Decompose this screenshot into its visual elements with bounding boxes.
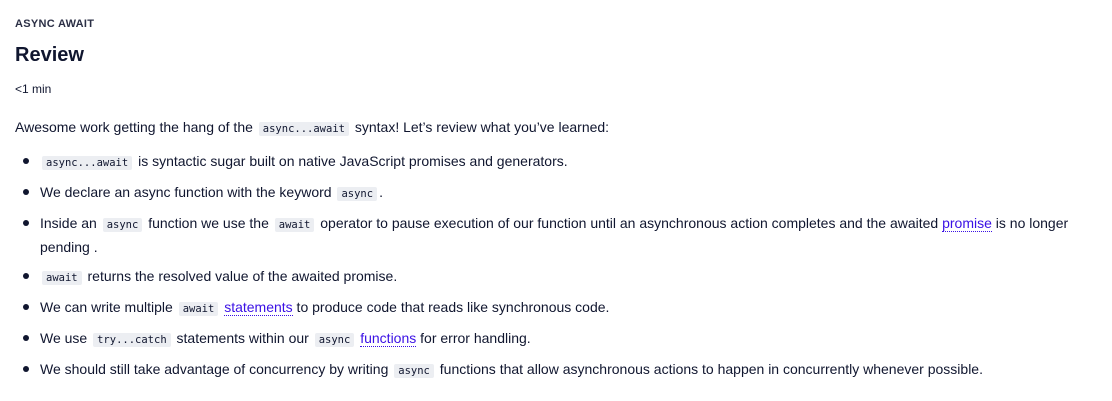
review-list: async...await is syntactic sugar built o… [15,150,1080,389]
page-title: Review [15,44,84,66]
bullet-icon [23,335,29,341]
bullet-icon [23,189,29,195]
inline-code: async [394,364,434,378]
list-item: Inside an async function we use the awai… [15,212,1080,258]
item-text: for error handling. [416,330,531,346]
inline-code: async...await [42,156,133,170]
item-text: We use [40,330,92,346]
item-text: Inside an [40,215,101,231]
bullet-icon [23,273,29,279]
intro-paragraph: Awesome work getting the hang of the asy… [15,118,609,138]
list-item: We declare an async function with the ke… [15,181,1080,205]
item-text: We can write multiple [40,299,177,315]
list-item: We should still take advantage of concur… [15,358,1080,382]
reading-time: <1 min [15,82,52,96]
list-item: We can write multiple await statements t… [15,296,1080,320]
bullet-icon [23,158,29,164]
item-text: . [379,184,383,200]
item-text: We should still take advantage of concur… [40,361,393,377]
list-item: await returns the resolved value of the … [15,265,1080,289]
intro-text-before: Awesome work getting the hang of the [15,119,257,135]
inline-code: async [337,187,378,201]
inline-code: try...catch [93,333,171,347]
intro-code: async...await [258,122,349,136]
item-text: We declare an async function with the ke… [40,184,336,200]
inline-code: async [102,218,143,232]
list-item: async...await is syntactic sugar built o… [15,150,1080,174]
item-text: returns the resolved value of the awaite… [83,268,398,284]
lesson-eyebrow: ASYNC AWAIT [15,18,95,30]
statements-link[interactable]: statements [224,299,293,316]
inline-code: await [274,218,315,232]
item-text: functions that allow asynchronous action… [435,361,983,377]
bullet-icon [23,366,29,372]
functions-link[interactable]: functions [360,330,417,347]
item-text: to produce code that reads like synchron… [292,299,610,315]
item-text: statements within our [172,330,313,346]
list-item: We use try...catch statements within our… [15,327,1080,351]
item-text: operator to pause execution of our funct… [316,215,943,231]
review-page: ASYNC AWAIT Review <1 min Awesome work g… [0,0,1112,401]
bullet-icon [23,220,29,226]
intro-text-after: syntax! Let’s review what you’ve learned… [350,119,610,135]
inline-code: await [178,302,219,316]
item-text: function we use the [144,215,273,231]
inline-code: async [314,333,355,347]
bullet-icon [23,304,29,310]
item-text: is syntactic sugar built on native JavaS… [134,153,568,169]
promise-link[interactable]: promise [942,215,992,232]
inline-code: await [42,271,82,285]
